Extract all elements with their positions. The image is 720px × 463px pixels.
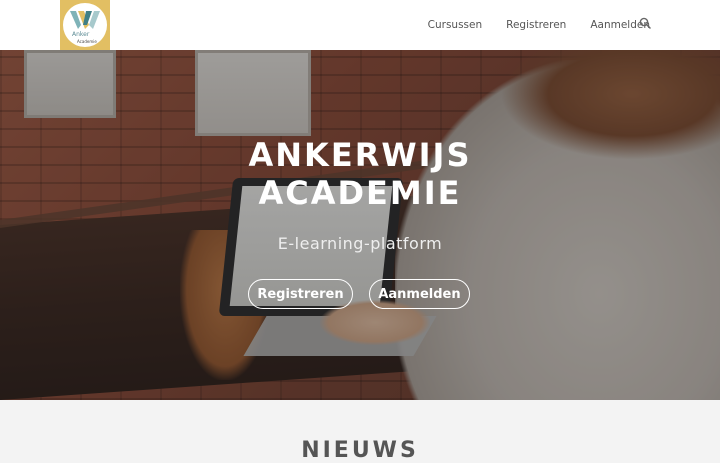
hero-overlay	[0, 50, 720, 400]
register-button[interactable]: Registreren	[248, 279, 353, 309]
nav-link-registreren[interactable]: Registreren	[506, 19, 566, 31]
main-nav: Cursussen Registreren Aanmelden	[428, 0, 650, 50]
hero-section: ANKERWIJS ACADEMIE E-learning-platform R…	[0, 50, 720, 400]
hero-subtitle: E-learning-platform	[277, 234, 443, 253]
news-title: NIEUWS	[301, 438, 419, 463]
logo-disc: Anker Academie	[63, 3, 107, 47]
news-section: NIEUWS	[0, 400, 720, 463]
login-button[interactable]: Aanmelden	[369, 279, 470, 309]
search-icon[interactable]	[639, 17, 651, 29]
hero-title-line-1: ANKERWIJS	[248, 136, 472, 174]
logo[interactable]: Anker Academie	[60, 0, 110, 50]
hero-title-line-2: ACADEMIE	[258, 174, 462, 212]
nav-link-cursussen[interactable]: Cursussen	[428, 19, 482, 31]
site-header: Anker Academie Cursussen Registreren Aan…	[0, 0, 720, 50]
hero-title: ANKERWIJS ACADEMIE	[0, 136, 720, 212]
logo-text: Anker	[72, 31, 90, 38]
logo-subtext: Academie	[77, 39, 97, 44]
